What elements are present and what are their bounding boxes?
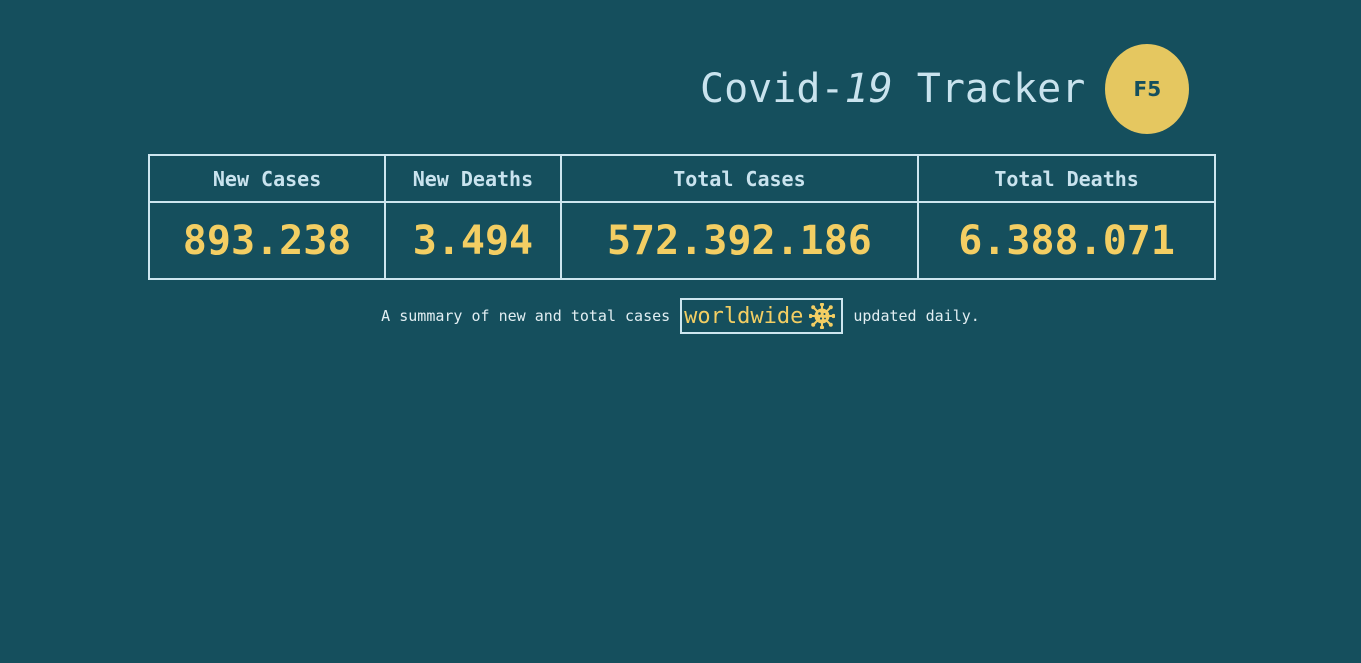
summary-text-after: updated daily. — [853, 307, 980, 325]
value-new-deaths: 3.494 — [384, 201, 562, 280]
stats-header-row: New Cases New Deaths Total Cases Total D… — [147, 154, 1216, 203]
virus-icon — [809, 303, 836, 329]
stats-value-row: 893.238 3.494 572.392.186 6.388.071 — [147, 201, 1216, 280]
header-total-deaths: Total Deaths — [917, 154, 1216, 203]
header-new-cases: New Cases — [147, 154, 387, 203]
summary-text-before: A summary of new and total cases — [381, 307, 671, 325]
title-suffix: Tracker — [892, 66, 1086, 112]
summary-line: A summary of new and total cases worldwi… — [0, 298, 1361, 334]
title-prefix: Covid- — [700, 66, 845, 112]
value-total-cases: 572.392.186 — [559, 201, 920, 280]
refresh-button[interactable]: F5 — [1105, 44, 1190, 134]
page-title: Covid-19 Tracker — [700, 66, 1085, 112]
title-number: 19 — [844, 66, 893, 112]
header-new-deaths: New Deaths — [384, 154, 562, 203]
stats-table: New Cases New Deaths Total Cases Total D… — [147, 154, 1216, 280]
value-total-deaths: 6.388.071 — [917, 201, 1216, 280]
region-selector[interactable]: worldwide — [680, 298, 844, 334]
app-header: Covid-19 Tracker F5 — [700, 44, 1190, 134]
header-total-cases: Total Cases — [559, 154, 920, 203]
value-new-cases: 893.238 — [147, 201, 387, 280]
region-label: worldwide — [684, 303, 804, 329]
